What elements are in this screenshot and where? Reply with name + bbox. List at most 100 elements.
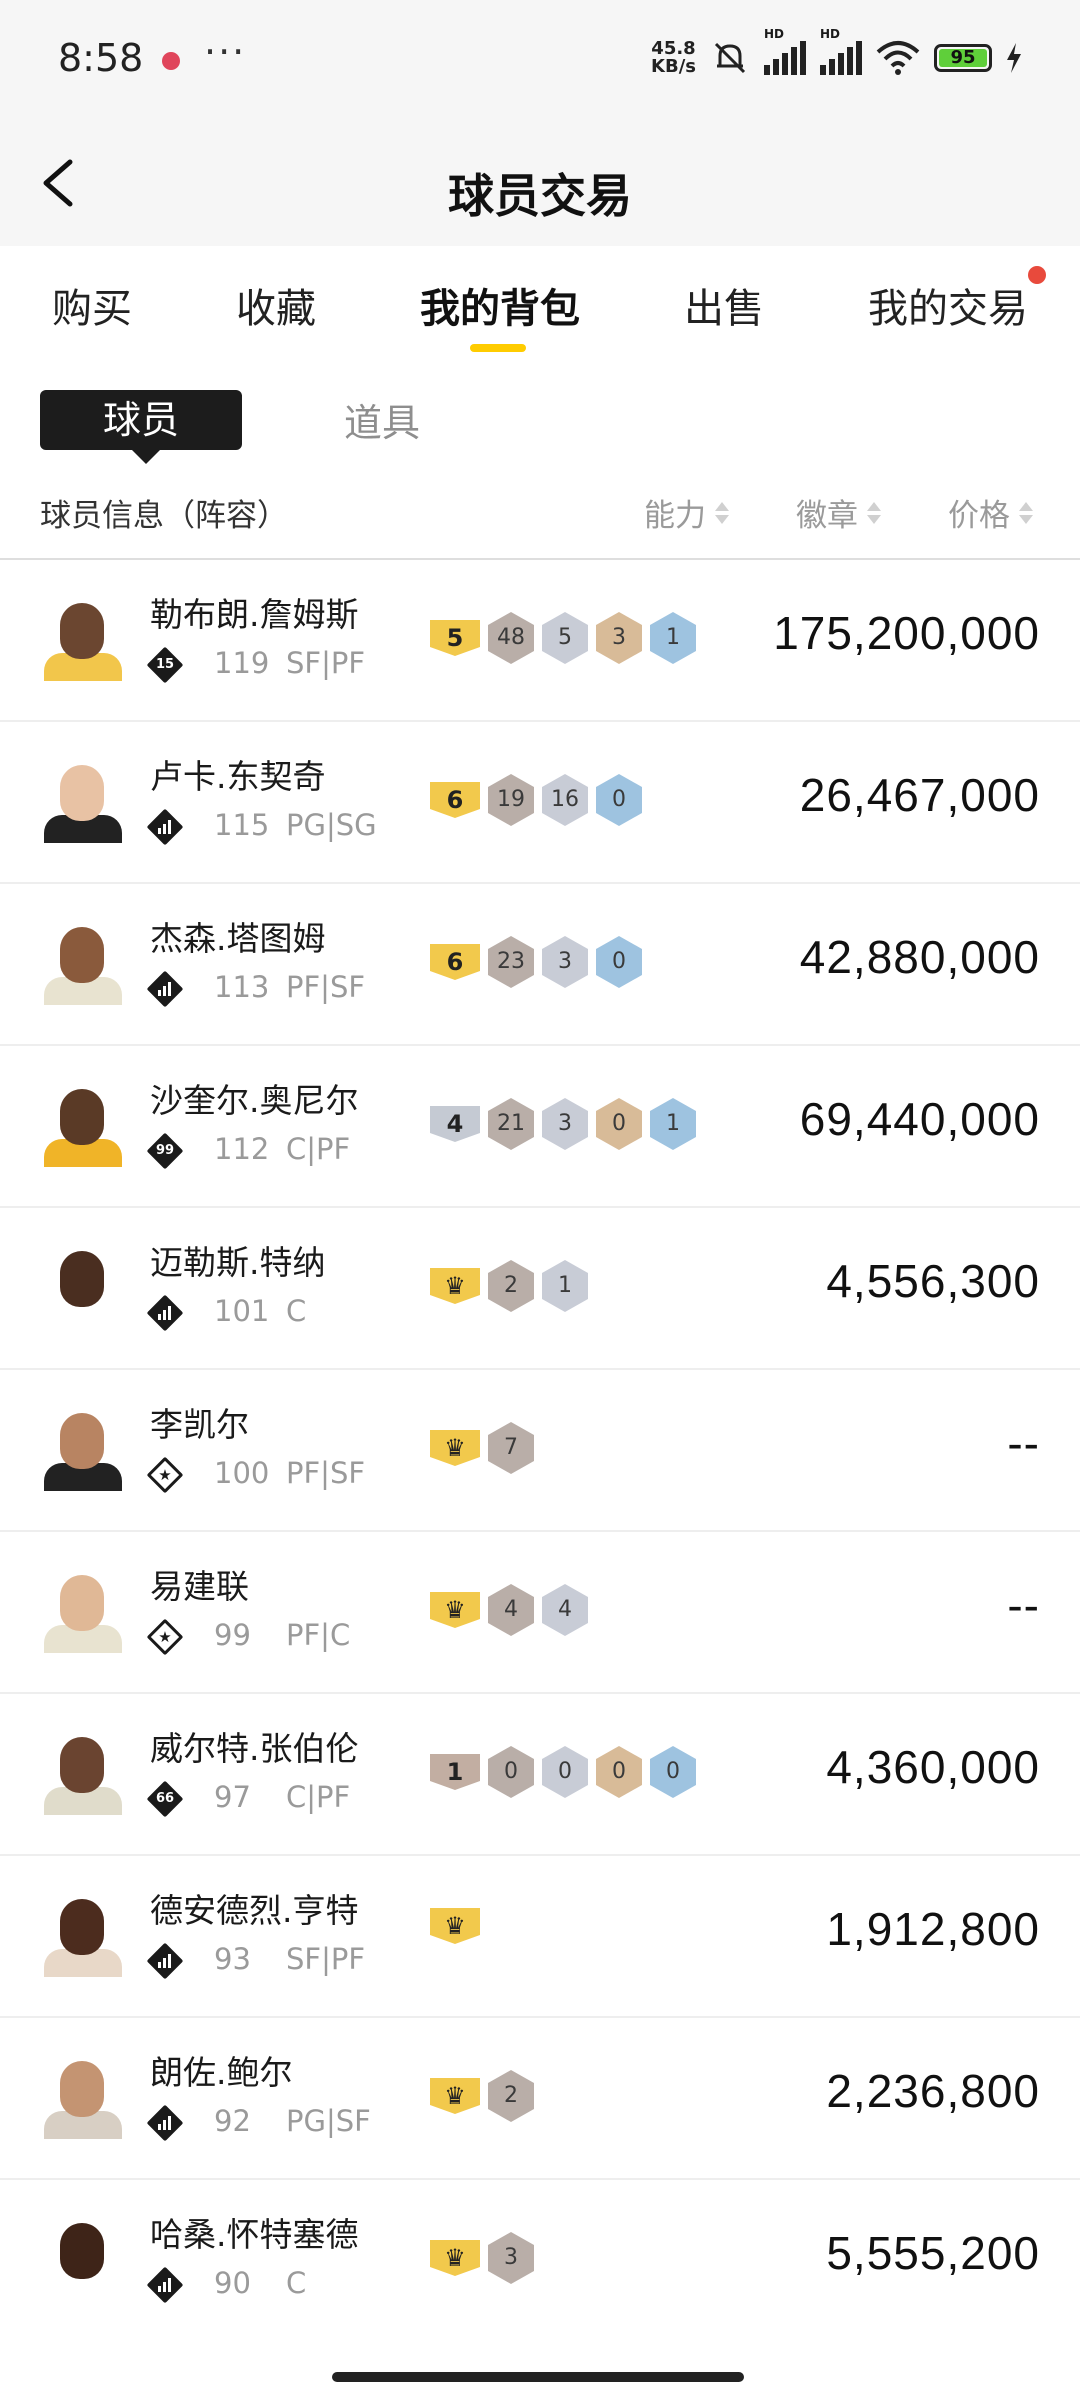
player-row[interactable]: 德安德烈.亨特 93 SF|PF ♛ 1,912,800: [0, 1854, 1080, 2016]
tab-my-backpack[interactable]: 我的背包: [420, 276, 580, 334]
sort-icon: [1018, 500, 1034, 526]
player-row[interactable]: 勒布朗.詹姆斯 15 119 SF|PF 5 48 5 3 1 175,200,000: [0, 558, 1080, 720]
badge-group: ♛ 3: [430, 2232, 534, 2284]
player-overall: 112: [214, 1132, 270, 1166]
player-row[interactable]: 迈勒斯.特纳 101 C ♛ 2 1 4,556,300: [0, 1206, 1080, 1368]
player-price: 5,555,200: [826, 2227, 1040, 2279]
player-position: SF|PF: [286, 1942, 366, 1976]
badge-hexagon: 0: [596, 1098, 642, 1150]
player-row[interactable]: 威尔特.张伯伦 66 97 C|PF 1 0 0 0 0 4,360,000: [0, 1692, 1080, 1854]
player-position: PF|C: [286, 1618, 351, 1652]
network-speed: 45.8 KB/s: [651, 38, 696, 77]
player-avatar: [40, 919, 126, 1005]
tab-buy[interactable]: 购买: [52, 276, 132, 334]
sort-icon: [866, 500, 882, 526]
player-overall: 113: [214, 970, 270, 1004]
ability-level-badge: 5: [430, 620, 480, 656]
player-row[interactable]: 沙奎尔.奥尼尔 99 112 C|PF 4 21 3 0 1 69,440,000: [0, 1044, 1080, 1206]
player-overall: 93: [214, 1942, 251, 1976]
player-name: 卢卡.东契奇: [150, 757, 326, 796]
column-price[interactable]: 价格: [948, 490, 1034, 535]
signal-1-icon: HD: [764, 27, 806, 75]
player-position: C|PF: [286, 1132, 351, 1166]
player-row[interactable]: 杰森.塔图姆 113 PF|SF 6 23 3 0 42,880,000: [0, 882, 1080, 1044]
nav-bar: 球员交易: [0, 118, 1080, 246]
player-row[interactable]: 卢卡.东契奇 115 PG|SG 6 19 16 0 26,467,000: [0, 720, 1080, 882]
player-overall: 100: [214, 1456, 270, 1490]
column-ability[interactable]: 能力: [644, 490, 730, 535]
player-row[interactable]: 朗佐.鲍尔 92 PG|SF ♛ 2 2,236,800: [0, 2016, 1080, 2178]
badge-hexagon: 21: [488, 1098, 534, 1150]
player-position: C|PF: [286, 1780, 351, 1814]
notification-dot: [1028, 266, 1046, 284]
player-overall: 90: [214, 2266, 251, 2300]
badge-hexagon: 0: [542, 1746, 588, 1798]
active-tab-indicator: [470, 344, 526, 352]
crown-level-icon: ♛: [430, 1592, 480, 1628]
player-price: 1,912,800: [826, 1903, 1040, 1955]
player-avatar: [40, 1081, 126, 1167]
badge-group: 6 19 16 0: [430, 774, 642, 826]
player-name: 威尔特.张伯伦: [150, 1729, 359, 1768]
badge-hexagon: 0: [596, 936, 642, 988]
player-overall: 115: [214, 808, 270, 842]
badge-hexagon: 2: [488, 1260, 534, 1312]
player-row[interactable]: 哈桑.怀特塞德 90 C ♛ 3 5,555,200: [0, 2178, 1080, 2340]
tab-sell[interactable]: 出售: [684, 276, 764, 334]
ability-level-badge: 4: [430, 1106, 480, 1142]
player-avatar: [40, 757, 126, 843]
player-name: 沙奎尔.奥尼尔: [150, 1081, 359, 1120]
signal-2-icon: HD: [820, 27, 862, 75]
player-position: SF|PF: [286, 646, 366, 680]
jersey-number-emblem: 15: [146, 646, 184, 684]
player-price: 4,556,300: [826, 1255, 1040, 1307]
player-overall: 97: [214, 1780, 251, 1814]
player-overall: 101: [214, 1294, 270, 1328]
player-overall: 92: [214, 2104, 251, 2138]
player-avatar: [40, 1243, 126, 1329]
tab-favorites[interactable]: 收藏: [236, 276, 316, 334]
badge-hexagon: 0: [488, 1746, 534, 1798]
crown-level-icon: ♛: [430, 2240, 480, 2276]
badge-hexagon: 48: [488, 612, 534, 664]
subtab-items[interactable]: 道具: [344, 392, 420, 447]
ability-level-badge: 1: [430, 1754, 480, 1790]
badge-hexagon: 0: [596, 774, 642, 826]
rank-bars-icon: [146, 970, 184, 1008]
player-list: 勒布朗.詹姆斯 15 119 SF|PF 5 48 5 3 1 175,200,000 卢卡.东契奇…: [0, 558, 1080, 2340]
badge-group: 10000: [430, 1746, 696, 1798]
player-position: PG|SG: [286, 808, 377, 842]
rank-bars-icon: [146, 2104, 184, 2142]
player-row[interactable]: 易建联 ★ 99 PF|C ♛ 4 4 --: [0, 1530, 1080, 1692]
player-price: --: [1007, 1579, 1040, 1631]
player-avatar: [40, 1405, 126, 1491]
ability-level-badge: 6: [430, 944, 480, 980]
badge-group: 5 48 5 3 1: [430, 612, 696, 664]
badge-group: ♛ 2: [430, 2070, 534, 2122]
badge-hexagon: 0: [650, 1746, 696, 1798]
page-title: 球员交易: [448, 169, 632, 223]
badge-group: ♛ 4 4: [430, 1584, 588, 1636]
column-badges[interactable]: 徽章: [796, 490, 882, 535]
rank-bars-icon: [146, 2266, 184, 2304]
badge-hexagon: 0: [596, 1746, 642, 1798]
subtab-players[interactable]: 球员: [40, 390, 242, 464]
badge-hexagon: 1: [650, 1098, 696, 1150]
player-price: 69,440,000: [799, 1093, 1040, 1145]
badge-hexagon: 19: [488, 774, 534, 826]
home-indicator[interactable]: [332, 2372, 744, 2382]
player-price: 175,200,000: [773, 607, 1040, 659]
badge-group: 6 23 3 0: [430, 936, 642, 988]
jersey-number-emblem: 66: [146, 1780, 184, 1818]
player-avatar: [40, 2053, 126, 2139]
rank-bars-icon: [146, 808, 184, 846]
player-price: --: [1007, 1417, 1040, 1469]
player-row[interactable]: 李凯尔 ★ 100 PF|SF ♛ 7 --: [0, 1368, 1080, 1530]
main-tabs: 购买 收藏 我的背包 出售 我的交易: [0, 246, 1080, 366]
player-avatar: [40, 2215, 126, 2301]
tab-my-trades[interactable]: 我的交易: [868, 276, 1028, 334]
badge-hexagon: 1: [650, 612, 696, 664]
player-name: 李凯尔: [150, 1405, 249, 1444]
player-position: PG|SF: [286, 2104, 371, 2138]
status-bar: 8:58 ··· 45.8 KB/s HD HD 95: [0, 0, 1080, 118]
